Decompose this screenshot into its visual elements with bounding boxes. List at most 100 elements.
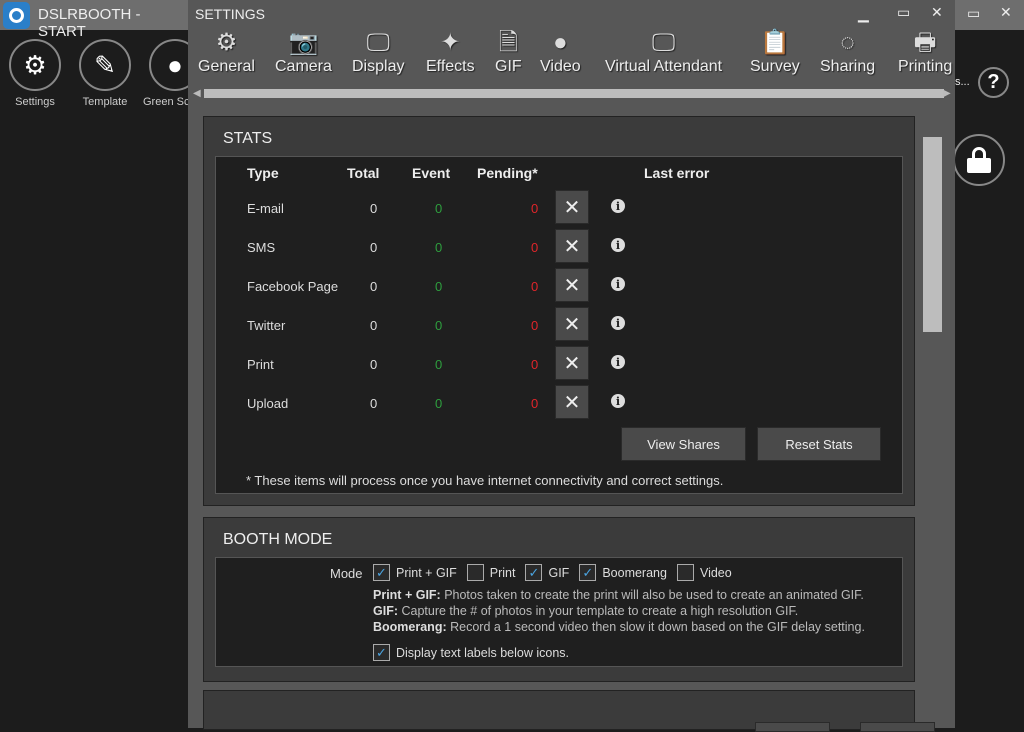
help-button[interactable]: ? <box>978 67 1009 98</box>
mode-option[interactable]: ✓ GIF <box>525 564 569 581</box>
info-icon[interactable]: i <box>611 277 625 291</box>
mode-option[interactable]: ✓ Boomerang <box>579 564 667 581</box>
stats-footnote: * These items will process once you have… <box>246 473 724 488</box>
clear-pending-button[interactable]: ✕ <box>555 346 589 380</box>
col-type: Type <box>247 165 279 181</box>
mode-option[interactable]: Video <box>676 564 732 581</box>
display-labels-option[interactable]: ✓ Display text labels below icons. <box>373 644 569 661</box>
view-shares-button[interactable]: View Shares <box>621 427 746 461</box>
lock-icon <box>967 147 991 173</box>
clear-pending-button[interactable]: ✕ <box>555 268 589 302</box>
info-icon[interactable]: i <box>611 199 625 213</box>
maximize-button[interactable]: ▭ <box>967 5 980 22</box>
video-camera-icon: ● <box>553 29 568 56</box>
mode-checkbox[interactable] <box>676 564 694 581</box>
clear-pending-button[interactable]: ✕ <box>555 385 589 419</box>
mode-option-label: Video <box>699 565 732 580</box>
tab-label: Survey <box>750 58 800 75</box>
lock-button[interactable] <box>953 134 1005 186</box>
info-icon[interactable]: i <box>611 238 625 252</box>
main-window-controls: ▭ ✕ <box>955 0 1024 30</box>
gear-icon: ⚙ <box>215 29 238 56</box>
info-icon[interactable]: i <box>611 355 625 369</box>
scroll-right-arrow[interactable]: ▶ <box>943 88 951 99</box>
dialog-footer-button[interactable] <box>860 722 935 732</box>
clipboard-icon: 📋 <box>759 29 790 56</box>
camera-icon: 📷 <box>288 29 319 56</box>
tab-video[interactable]: ● Video <box>540 28 581 76</box>
mode-option-label: Print + GIF <box>396 565 457 580</box>
reset-stats-button[interactable]: Reset Stats <box>757 427 881 461</box>
row-pending: 0 <box>531 396 539 411</box>
mode-checkbox[interactable]: ✓ <box>579 564 597 581</box>
mode-option[interactable]: Print <box>466 564 515 581</box>
effects-sparkle-icon: ✦ <box>440 29 461 56</box>
row-type: E-mail <box>247 201 284 216</box>
clear-pending-button[interactable]: ✕ <box>555 190 589 224</box>
dialog-footer-button[interactable] <box>755 722 830 732</box>
toolbar-template-label: Template <box>82 96 128 108</box>
tab-label: General <box>198 58 255 75</box>
row-pending: 0 <box>531 357 539 372</box>
mode-checkbox[interactable]: ✓ <box>525 564 543 581</box>
tab-label: Display <box>352 58 405 75</box>
template-edit-icon: ✎ <box>79 39 131 91</box>
tab-label: Sharing <box>820 58 876 75</box>
tab-printing[interactable]: 🖶 Printing <box>898 28 952 76</box>
stats-panel: STATS Type Total Event Pending* Last err… <box>203 116 915 506</box>
share-icon: ◌ <box>840 29 855 56</box>
main-title-bar: DSLRBOOTH - START <box>0 0 188 40</box>
scroll-left-arrow[interactable]: ◀ <box>193 88 201 99</box>
gif-file-icon: 🗎 <box>498 29 518 56</box>
tab-gif[interactable]: 🗎 GIF <box>495 28 522 76</box>
tab-display[interactable]: 🖵 Display <box>352 28 404 76</box>
desc-print-gif: Print + GIF: Photos taken to create the … <box>373 588 864 602</box>
col-pending: Pending* <box>477 165 538 181</box>
close-button[interactable]: ✕ <box>1000 4 1012 21</box>
display-labels-checkbox[interactable]: ✓ <box>373 644 390 661</box>
vertical-scrollbar[interactable] <box>923 120 943 680</box>
tab-survey[interactable]: 📋 Survey <box>750 28 800 76</box>
monitor-play-icon: 🖵 <box>651 29 676 56</box>
tabs-horizontal-scrollbar[interactable] <box>204 89 944 98</box>
clear-pending-button[interactable]: ✕ <box>555 307 589 341</box>
monitor-icon: 🖵 <box>366 29 390 56</box>
row-type: Print <box>247 357 274 372</box>
row-total: 0 <box>370 396 378 411</box>
toolbar-template[interactable]: ✎ <box>79 39 131 91</box>
toolbar-settings[interactable]: ⚙ <box>9 39 61 91</box>
display-labels-label: Display text labels below icons. <box>396 645 569 660</box>
row-total: 0 <box>370 279 378 294</box>
tab-virtual-attendant[interactable]: 🖵 Virtual Attendant <box>605 28 722 76</box>
col-event: Event <box>412 165 451 181</box>
row-type: Upload <box>247 396 289 411</box>
row-total: 0 <box>370 240 378 255</box>
booth-mode-heading: BOOTH MODE <box>223 531 333 548</box>
tab-general[interactable]: ⚙ General <box>198 28 255 76</box>
row-pending: 0 <box>531 318 539 333</box>
row-event: 0 <box>435 240 443 255</box>
booth-mode-panel: BOOTH MODE Mode ✓ Print + GIF Print ✓ GI… <box>203 517 915 682</box>
row-pending: 0 <box>531 201 539 216</box>
dialog-title: SETTINGS <box>195 6 266 22</box>
dialog-close-button[interactable]: ✕ <box>931 4 943 21</box>
row-type: Twitter <box>247 318 286 333</box>
mode-checkbox[interactable] <box>466 564 484 581</box>
clear-pending-button[interactable]: ✕ <box>555 229 589 263</box>
mode-checkbox[interactable]: ✓ <box>373 564 390 581</box>
dialog-maximize-button[interactable]: ▭ <box>897 4 910 21</box>
mode-option[interactable]: ✓ Print + GIF <box>373 564 457 581</box>
tab-label: Virtual Attendant <box>605 58 723 75</box>
toolbar-settings-label: Settings <box>15 96 55 108</box>
mode-description: Print + GIF: Photos taken to create the … <box>373 587 865 635</box>
tab-label: Video <box>540 58 581 75</box>
tab-effects[interactable]: ✦ Effects <box>426 28 475 76</box>
dialog-minimize-button[interactable]: ▁ <box>858 6 869 23</box>
tab-camera[interactable]: 📷 Camera <box>275 28 332 76</box>
tab-sharing[interactable]: ◌ Sharing <box>820 28 875 76</box>
info-icon[interactable]: i <box>611 394 625 408</box>
scrollbar-thumb[interactable] <box>923 137 942 332</box>
info-icon[interactable]: i <box>611 316 625 330</box>
tab-label: GIF <box>495 58 522 75</box>
tab-label: Printing <box>898 58 953 75</box>
